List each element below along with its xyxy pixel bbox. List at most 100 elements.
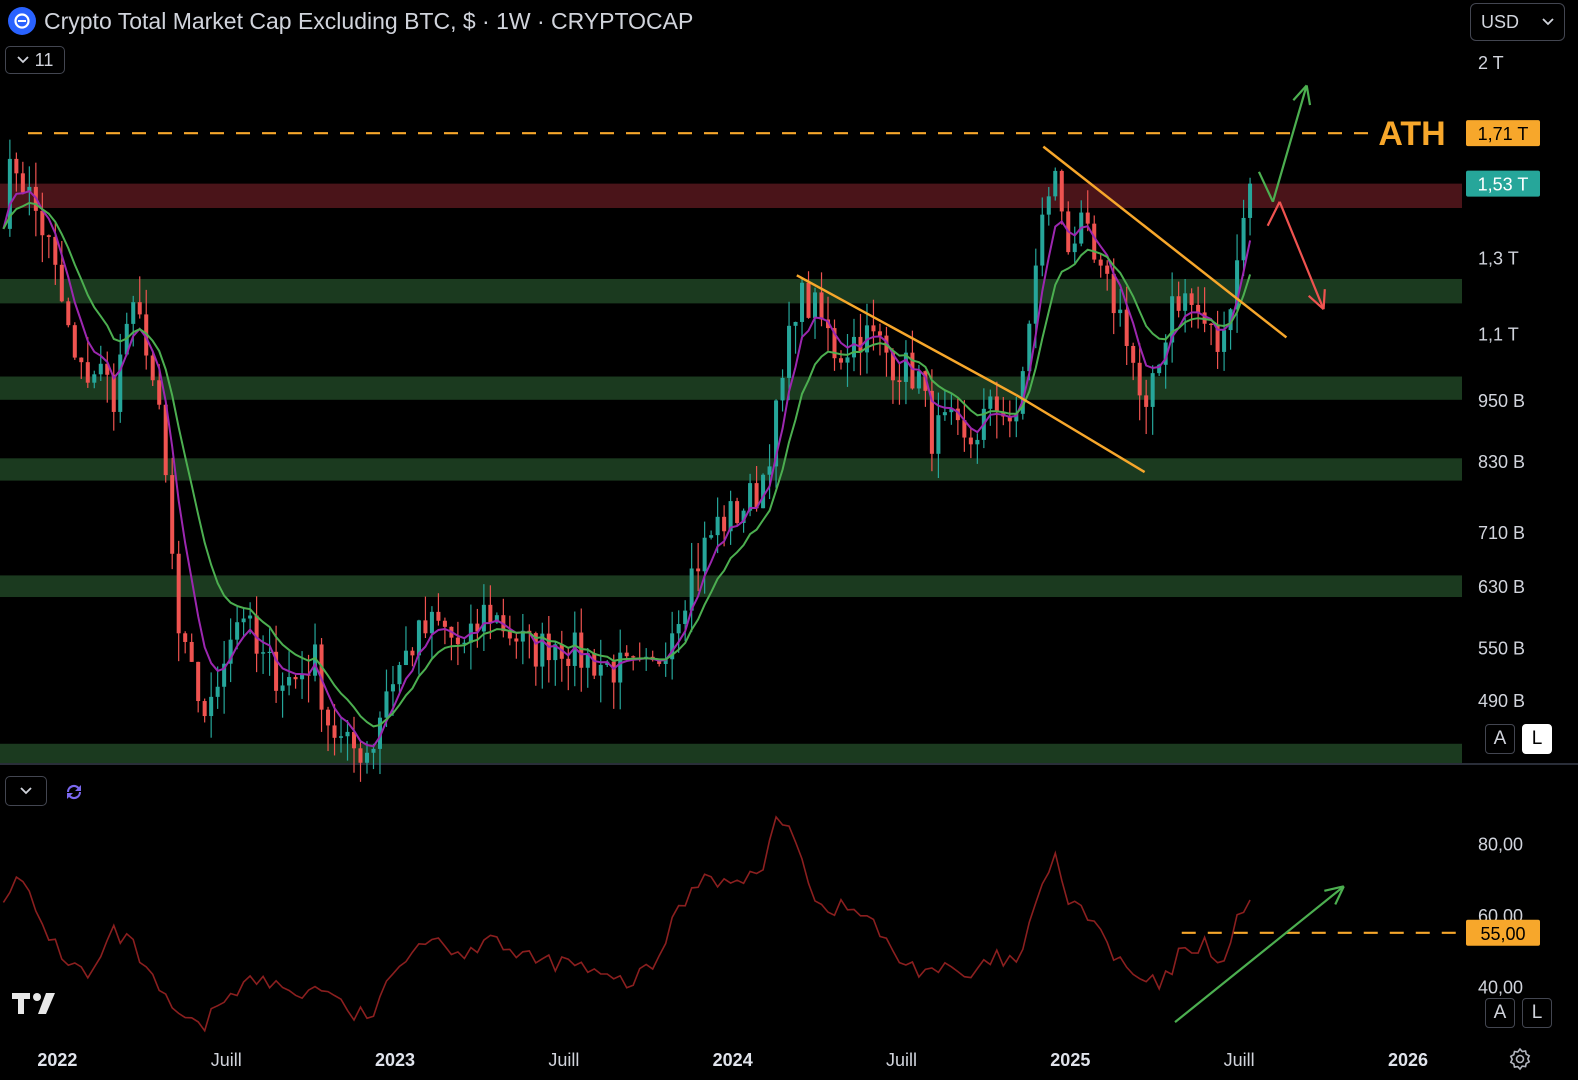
candle (59, 264, 64, 302)
candle (916, 371, 921, 389)
candle (1222, 330, 1227, 352)
candle (280, 685, 285, 691)
rsi-auto-scale-button[interactable]: A (1485, 998, 1515, 1028)
candle (436, 611, 441, 621)
candle (98, 363, 103, 375)
y-tick-label: 1,1 T (1478, 324, 1519, 344)
candle (618, 652, 623, 683)
candle (1098, 259, 1103, 266)
candle (339, 736, 344, 738)
ath-price-label: 1,71 T (1478, 124, 1529, 144)
y-tick-label: 2 T (1478, 53, 1504, 73)
candle (579, 632, 584, 668)
rsi-y-tick-label: 80,00 (1478, 834, 1523, 854)
candle (403, 650, 408, 666)
candle (14, 158, 19, 174)
auto-scale-button[interactable]: A (1485, 724, 1515, 754)
candle (566, 658, 571, 666)
candle (624, 652, 629, 657)
rsi-line (2, 815, 1251, 1033)
candle (384, 691, 389, 718)
indicators-toggle-button[interactable]: 11 (5, 46, 65, 74)
candle (838, 358, 844, 363)
candle (676, 624, 681, 634)
candle (910, 352, 915, 389)
candle (1144, 395, 1149, 407)
candle (968, 437, 973, 445)
cryptocap-logo-icon (8, 7, 36, 35)
chart-title: Crypto Total Market Cap Excluding BTC, $… (44, 7, 694, 34)
candle (423, 620, 428, 634)
candle (410, 650, 415, 656)
ath-label: ATH (1378, 115, 1445, 153)
candle (683, 610, 688, 625)
candle (455, 637, 460, 645)
candle (371, 748, 376, 753)
candle (131, 302, 136, 324)
candle (215, 686, 220, 697)
y-tick-label: 490 B (1478, 691, 1525, 711)
candle (1241, 217, 1246, 261)
candle (261, 652, 266, 654)
candle (631, 656, 636, 658)
candle (488, 604, 493, 623)
candle (1209, 323, 1214, 325)
candle (137, 302, 142, 315)
candle (1105, 265, 1110, 274)
candle (209, 696, 214, 717)
candle (72, 325, 77, 358)
candle (598, 664, 603, 676)
candle (722, 516, 727, 532)
x-tick-label: 2025 (1050, 1050, 1090, 1070)
y-tick-label: 710 B (1478, 523, 1525, 543)
y-tick-label: 1,3 T (1478, 249, 1519, 269)
candle (936, 415, 941, 454)
candle (806, 282, 811, 318)
candle (709, 535, 714, 538)
candle (793, 321, 798, 326)
candle (267, 651, 272, 654)
x-tick-label: 2022 (37, 1050, 77, 1070)
currency-select[interactable]: USD (1470, 3, 1565, 41)
candle (715, 516, 720, 536)
candle (1189, 293, 1194, 305)
chart-canvas[interactable]: 2 T 1,3 T 1,1 T 950 B 830 B 710 B 630 B 550 B 49… (0, 0, 1578, 1080)
settings-gear-icon[interactable] (1505, 1044, 1535, 1074)
currency-value: USD (1481, 11, 1520, 32)
candle (1131, 345, 1136, 363)
candle (300, 674, 305, 680)
chevron-down-icon (17, 56, 29, 64)
candle (1033, 265, 1038, 324)
candle (170, 475, 175, 554)
rsi-pane-collapse-button[interactable] (5, 776, 47, 806)
candle (118, 354, 123, 412)
y-tick-label: 630 B (1478, 577, 1525, 597)
candle (767, 466, 772, 475)
x-tick-label: 2026 (1388, 1050, 1428, 1070)
candle (332, 725, 337, 738)
x-tick-label: Juill (548, 1050, 579, 1070)
chart-header: Crypto Total Market Cap Excluding BTC, $… (8, 6, 693, 36)
candle (20, 173, 25, 193)
candle (46, 235, 51, 237)
candle (787, 325, 792, 378)
resistance-zone (0, 183, 1462, 208)
candle (975, 439, 980, 445)
candle (442, 620, 447, 627)
candle (326, 709, 331, 726)
candle (780, 377, 785, 401)
rsi-log-scale-button[interactable]: L (1522, 998, 1552, 1028)
refresh-icon[interactable] (60, 778, 88, 806)
y-tick-label: 830 B (1478, 452, 1525, 472)
x-tick-label: Juill (886, 1050, 917, 1070)
candle (988, 396, 993, 409)
candle (429, 611, 434, 634)
candle (696, 568, 701, 572)
log-scale-button[interactable]: L (1522, 724, 1552, 754)
candle (702, 537, 707, 572)
candle (592, 653, 597, 676)
candle (235, 622, 240, 640)
candle (1053, 170, 1058, 197)
candle (189, 641, 194, 662)
chevron-down-icon (1542, 18, 1554, 26)
